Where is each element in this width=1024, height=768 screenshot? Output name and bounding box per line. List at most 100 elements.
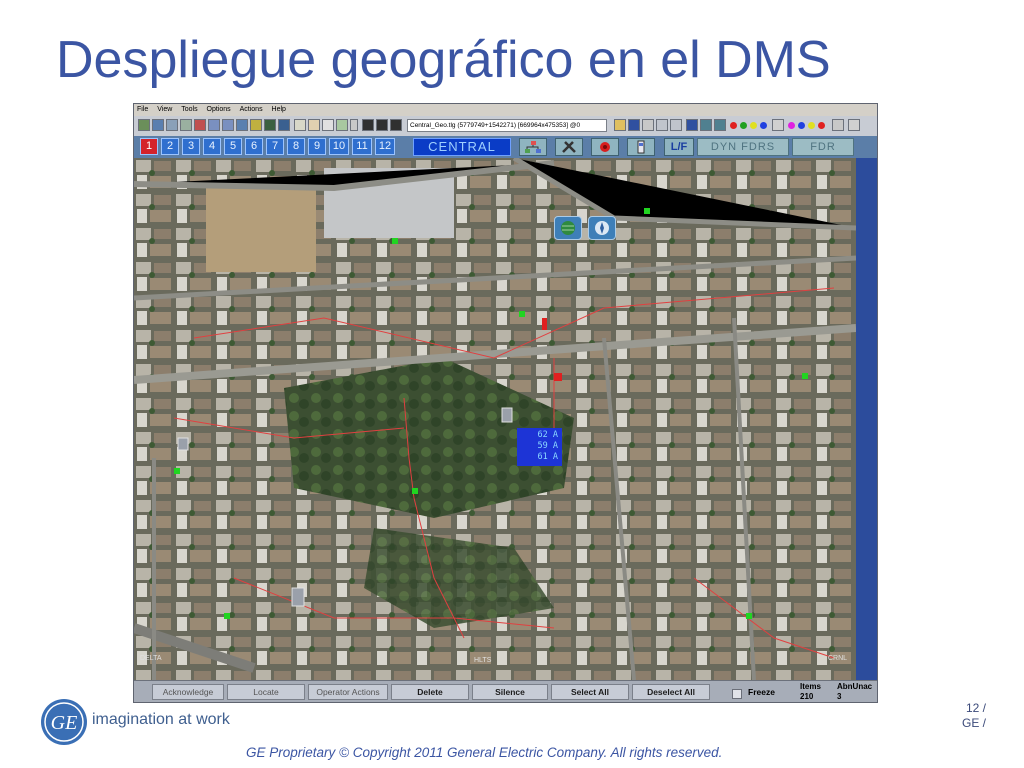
menu-file[interactable]: File	[134, 104, 152, 116]
menu-view[interactable]: View	[154, 104, 176, 116]
amp-readings-box[interactable]: 62 A 59 A 61 A	[517, 428, 562, 466]
pointer-icon[interactable]	[194, 119, 206, 131]
flag-icon[interactable]	[832, 119, 844, 131]
device-icon[interactable]	[627, 138, 655, 156]
tab-10[interactable]: 10	[329, 138, 349, 155]
tab-11[interactable]: 11	[352, 138, 372, 155]
menu-actions[interactable]: Actions	[237, 104, 267, 116]
abn-unack-count: 3	[837, 692, 842, 701]
tools-icon[interactable]	[555, 138, 583, 156]
save-icon[interactable]	[628, 119, 640, 131]
delete-button[interactable]: Delete	[391, 684, 469, 700]
zoom-in-icon[interactable]	[208, 119, 220, 131]
items-label: Items	[800, 682, 821, 691]
open-folder-icon[interactable]	[614, 119, 626, 131]
tab-2[interactable]: 2	[161, 138, 179, 155]
panel-toggle-icon[interactable]	[848, 119, 860, 131]
first-page-icon[interactable]	[362, 119, 374, 131]
ge-logo: GE	[40, 698, 88, 751]
tagline: imagination at work	[92, 711, 230, 728]
page-number-value: 12 /	[965, 701, 986, 715]
deselect-all-button[interactable]: Deselect All	[632, 684, 710, 700]
zoom-out-icon[interactable]	[222, 119, 234, 131]
blank-tool-1-icon[interactable]	[656, 119, 668, 131]
alarm-icon[interactable]	[591, 138, 619, 156]
tab-3[interactable]: 3	[182, 138, 200, 155]
green-dot-icon[interactable]	[740, 122, 747, 129]
next-page-icon[interactable]	[390, 119, 402, 131]
page-icon[interactable]	[294, 119, 306, 131]
magenta-dot-icon[interactable]	[788, 122, 795, 129]
alarm-action-bar: Acknowledge Locate Operator Actions Dele…	[134, 680, 877, 702]
tab-1[interactable]: 1	[140, 138, 158, 155]
ge-logo-text: GE	[51, 712, 78, 734]
map-label-left: DELTA	[140, 655, 162, 662]
menu-help[interactable]: Help	[269, 104, 290, 116]
zoom-fit-icon[interactable]	[236, 119, 248, 131]
layers-icon[interactable]	[180, 119, 192, 131]
alert-dot-icon[interactable]	[818, 122, 825, 129]
hand-icon[interactable]	[166, 119, 178, 131]
red-dot-icon[interactable]	[730, 122, 737, 129]
fdr-tab[interactable]: FDR	[792, 138, 854, 156]
acknowledge-button[interactable]: Acknowledge	[152, 684, 224, 700]
yellow-dot-icon[interactable]	[750, 122, 757, 129]
pan-icon[interactable]	[138, 119, 150, 131]
paste-icon[interactable]	[322, 119, 334, 131]
freeze-checkbox[interactable]	[732, 689, 742, 699]
tab-9[interactable]: 9	[308, 138, 326, 155]
toggle-a-icon[interactable]	[772, 119, 784, 131]
print-icon[interactable]	[642, 119, 654, 131]
amber-dot-icon[interactable]	[808, 122, 815, 129]
map-label-mid: HLTS	[474, 657, 492, 664]
dyn-fdrs-tab[interactable]: DYN FDRS	[697, 138, 789, 156]
abn-unack-label: AbnUnac	[837, 682, 873, 691]
tab-7[interactable]: 7	[266, 138, 284, 155]
tab-6[interactable]: 6	[245, 138, 263, 155]
locate-button[interactable]: Locate	[227, 684, 305, 700]
menu-options[interactable]: Options	[204, 104, 235, 116]
select-all-button[interactable]: Select All	[551, 684, 629, 700]
operator-actions-button[interactable]: Operator Actions	[308, 684, 388, 700]
lf-tab[interactable]: L/F	[664, 138, 694, 156]
globe-icon[interactable]	[554, 216, 582, 240]
highlight-icon[interactable]	[250, 119, 262, 131]
silence-button[interactable]: Silence	[472, 684, 548, 700]
copyright-notice: GE Proprietary © Copyright 2011 General …	[246, 745, 723, 760]
display-path-field[interactable]: Central_Geo.tlg (5779749+1542271) [66996…	[407, 119, 607, 132]
tab-5[interactable]: 5	[224, 138, 242, 155]
dms-window: File View Tools Options Actions Help Cen…	[133, 103, 878, 703]
page-number: 12 / GE /	[962, 701, 986, 731]
copy-icon[interactable]	[308, 119, 320, 131]
menu-bar: File View Tools Options Actions Help	[134, 104, 877, 116]
satellite-map[interactable]: 62 A 59 A 61 A DELTA HLTS CRNL	[134, 158, 877, 680]
blue-dot-icon[interactable]	[760, 122, 767, 129]
grid-icon[interactable]	[686, 119, 698, 131]
globe-tool-icon[interactable]	[264, 119, 276, 131]
blank-tool-2-icon[interactable]	[670, 119, 682, 131]
amp-reading-3: 61 A	[537, 452, 558, 462]
network-tree-icon[interactable]	[519, 138, 547, 156]
slide-title: Despliegue geográfico en el DMS	[56, 31, 831, 89]
central-tab[interactable]: CENTRAL	[413, 138, 511, 156]
tab-4[interactable]: 4	[203, 138, 221, 155]
network-icon[interactable]	[700, 119, 712, 131]
refresh-icon[interactable]	[278, 119, 290, 131]
items-count: 210	[800, 692, 814, 701]
map-side-panel	[856, 158, 877, 680]
toolbar: Central_Geo.tlg (5779749+1542271) [66996…	[134, 116, 877, 137]
dropdown-icon[interactable]	[350, 119, 358, 131]
amp-reading-2: 59 A	[537, 441, 558, 451]
menu-tools[interactable]: Tools	[178, 104, 201, 116]
amp-reading-1: 62 A	[537, 430, 558, 440]
export-icon[interactable]	[336, 119, 348, 131]
compass-icon[interactable]	[588, 216, 616, 240]
navy-dot-icon[interactable]	[798, 122, 805, 129]
tab-8[interactable]: 8	[287, 138, 305, 155]
freeze-label: Freeze	[748, 687, 775, 697]
connect-icon[interactable]	[714, 119, 726, 131]
prev-page-icon[interactable]	[376, 119, 388, 131]
tab-12[interactable]: 12	[375, 138, 395, 155]
select-icon[interactable]	[152, 119, 164, 131]
page-company: GE /	[961, 716, 986, 730]
